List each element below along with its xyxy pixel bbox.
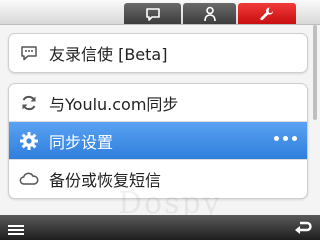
tab-contacts[interactable] <box>183 3 236 24</box>
sync-settings-label: 同步设置 <box>49 132 114 152</box>
scrollbar[interactable] <box>313 25 317 120</box>
tab-messages[interactable] <box>124 3 181 24</box>
gear-icon <box>16 131 42 151</box>
more-options-icon[interactable] <box>274 136 297 141</box>
user-icon <box>203 6 217 22</box>
cloud-icon <box>16 169 42 189</box>
messenger-label: 友录信使 [Beta] <box>49 44 168 64</box>
sync-settings-item[interactable]: 同步设置 <box>9 122 307 159</box>
back-icon[interactable] <box>294 220 312 239</box>
sync-label: 与Youlu.com同步 <box>49 94 179 114</box>
tab-settings[interactable] <box>238 3 296 24</box>
top-tab-bar <box>0 0 320 25</box>
wrench-icon <box>259 6 275 22</box>
chat-bubble-icon <box>16 43 42 63</box>
bottom-softkey-bar <box>0 215 320 240</box>
messenger-item[interactable]: 友录信使 [Beta] <box>9 34 307 71</box>
messenger-card: 友录信使 [Beta] <box>8 33 308 73</box>
chat-icon <box>145 7 161 21</box>
sync-item[interactable]: 与Youlu.com同步 <box>9 84 307 121</box>
sync-card: 与Youlu.com同步 同步设置 备份或恢复短信 <box>8 83 308 199</box>
menu-icon[interactable] <box>8 221 24 240</box>
refresh-icon <box>16 93 42 113</box>
